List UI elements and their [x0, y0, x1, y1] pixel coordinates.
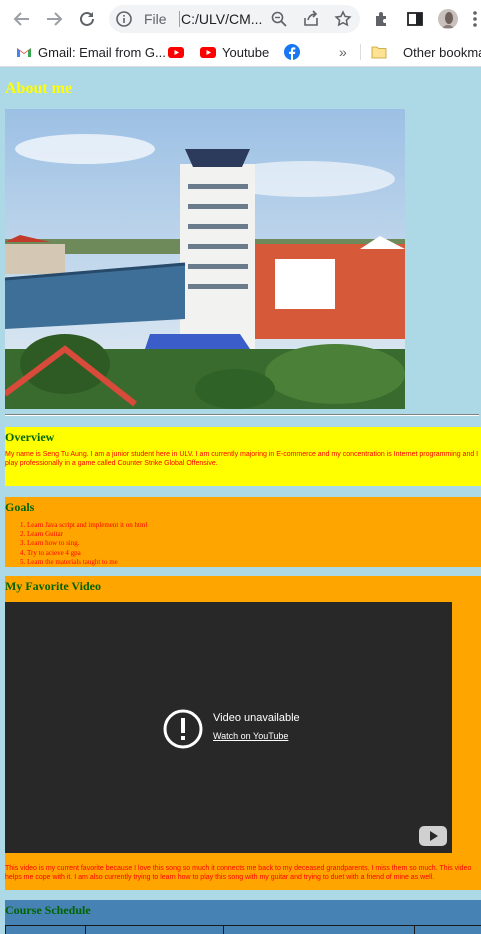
page-content: About me Overview My name is Seng Tu Aun… — [0, 68, 481, 934]
bookmarks-bar: Gmail: Email from G... Youtube » Other b… — [0, 37, 481, 67]
favorite-video-section: My Favorite Video Video unavailable Watc… — [5, 576, 481, 890]
overview-heading: Overview — [5, 430, 55, 444]
bookmark-label: Gmail: Email from G... — [38, 44, 166, 60]
list-item: Learn how to sing. — [27, 539, 147, 548]
watch-on-youtube-link[interactable]: Watch on YouTube — [213, 731, 288, 741]
list-item: Learn Guitar — [27, 530, 147, 539]
overview-section: Overview My name is Seng Tu Aung. I am a… — [5, 427, 481, 486]
table-column-border — [5, 926, 6, 934]
exclamation-icon — [162, 708, 204, 750]
back-arrow-icon[interactable] — [11, 8, 33, 30]
reload-icon[interactable] — [76, 8, 98, 30]
table-column-border — [223, 926, 224, 934]
other-bookmarks-folder[interactable]: Other bookmark — [371, 42, 481, 62]
url-scheme-label: File — [144, 11, 167, 27]
share-icon[interactable] — [302, 10, 320, 28]
bookmark-label: Youtube — [222, 44, 270, 60]
url-text[interactable]: C:/ULV/CM... — [181, 11, 271, 27]
forward-arrow-icon[interactable] — [43, 8, 65, 30]
bookmark-youtube-2[interactable]: Youtube — [200, 42, 269, 62]
table-column-border — [414, 926, 415, 934]
bookmark-facebook[interactable] — [284, 42, 306, 62]
other-bookmarks-label: Other bookmark — [403, 44, 481, 60]
video-heading: My Favorite Video — [5, 579, 101, 593]
schedule-heading: Course Schedule — [5, 903, 91, 917]
profile-avatar[interactable] — [437, 8, 459, 30]
overview-text: My name is Seng Tu Aung. I am a junior s… — [5, 451, 479, 467]
course-schedule-section: Course Schedule — [5, 900, 481, 934]
extensions-puzzle-icon[interactable] — [371, 8, 393, 30]
horizontal-rule — [5, 414, 479, 416]
page-title: About me — [5, 80, 73, 97]
list-item: Learn Java script and implement it on ht… — [27, 521, 147, 530]
video-unavailable-text: Video unavailable — [213, 712, 300, 724]
address-bar[interactable]: File C:/ULV/CM... — [109, 5, 360, 33]
bookmark-star-icon[interactable] — [334, 10, 352, 28]
goals-heading: Goals — [5, 500, 35, 514]
bookmark-youtube-1[interactable] — [168, 42, 190, 62]
youtube-icon — [200, 44, 216, 60]
gmail-icon — [16, 44, 32, 60]
facebook-icon — [284, 44, 300, 60]
browser-toolbar: File C:/ULV/CM... — [0, 0, 481, 37]
video-caption: This video is my current favorite becaus… — [5, 865, 472, 881]
list-item: Try to acieve 4 gpa — [27, 549, 147, 558]
url-separator — [179, 11, 180, 27]
folder-icon — [371, 44, 387, 60]
bookmarks-overflow-chevron[interactable]: » — [339, 42, 347, 62]
side-panel-icon[interactable] — [404, 8, 426, 30]
goals-section: Goals Learn Java script and implement it… — [5, 497, 481, 567]
schedule-table — [5, 925, 481, 934]
campus-photo — [5, 109, 405, 409]
youtube-icon — [168, 44, 184, 60]
table-column-border — [85, 926, 86, 934]
menu-kebab-icon[interactable] — [469, 8, 481, 30]
zoom-icon[interactable] — [270, 10, 288, 28]
bookmark-gmail[interactable]: Gmail: Email from G... — [16, 42, 166, 62]
info-icon[interactable] — [115, 10, 133, 28]
youtube-embed-player[interactable]: Video unavailable Watch on YouTube — [5, 602, 452, 853]
youtube-logo-icon[interactable] — [419, 826, 447, 846]
goals-list: Learn Java script and implement it on ht… — [27, 521, 147, 567]
list-item: Learn the materials taught to me — [27, 558, 147, 567]
bookmarks-divider — [360, 44, 361, 60]
